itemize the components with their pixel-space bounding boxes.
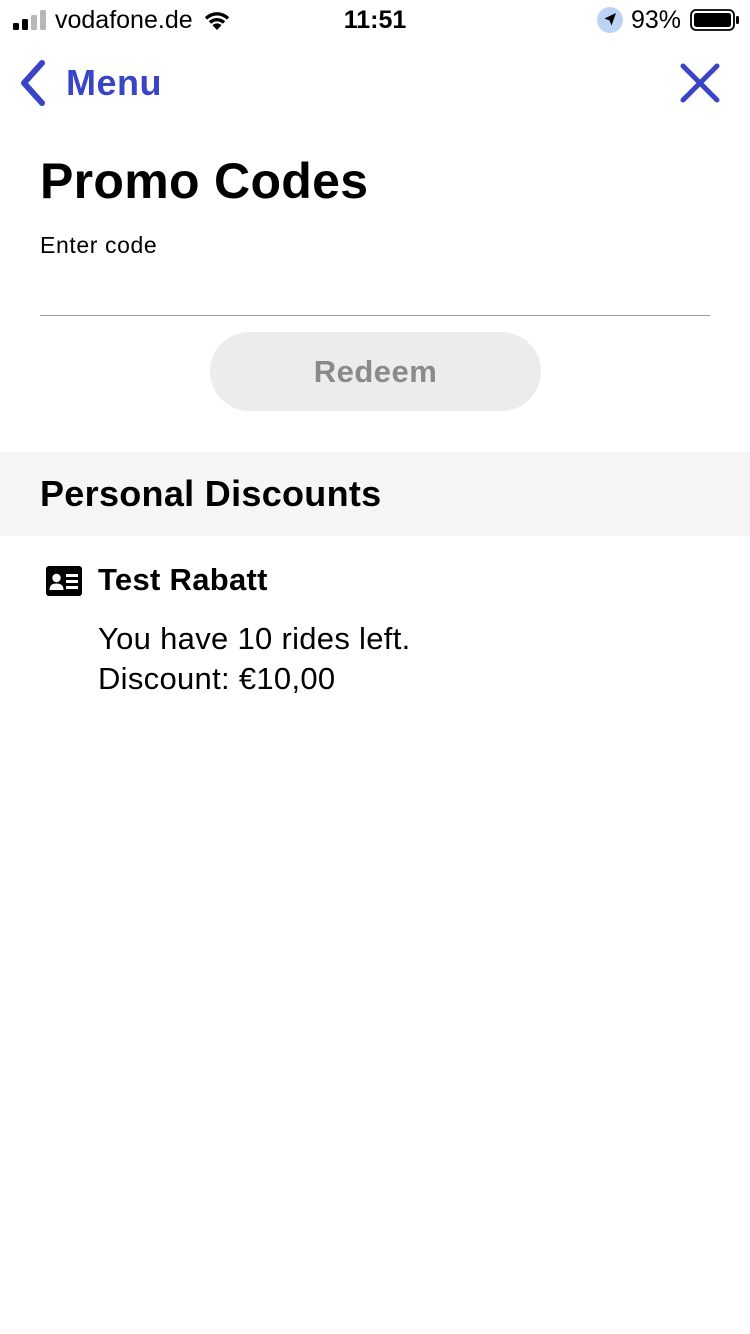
discount-rides-left: You have 10 rides left.	[98, 621, 411, 656]
chevron-left-icon	[21, 60, 45, 106]
redeem-button[interactable]: Redeem	[210, 332, 541, 411]
status-bar: vodafone.de 11:51 93%	[0, 0, 750, 40]
location-arrow-icon	[597, 7, 623, 33]
battery-icon	[690, 9, 739, 31]
discount-list-item: Test Rabatt You have 10 rides left. Disc…	[0, 550, 750, 710]
section-title: Personal Discounts	[40, 473, 382, 514]
discount-name: Test Rabatt	[98, 562, 268, 597]
personal-discounts-header: Personal Discounts	[0, 452, 750, 536]
promo-code-input[interactable]	[40, 264, 710, 316]
battery-percent: 93%	[631, 6, 682, 34]
code-field-label: Enter code	[40, 232, 158, 258]
id-card-icon	[46, 566, 82, 596]
back-button[interactable]: Menu	[16, 56, 162, 110]
page-title: Promo Codes	[40, 153, 369, 209]
back-button-label: Menu	[66, 62, 162, 103]
close-icon[interactable]	[678, 61, 722, 105]
discount-amount: Discount: €10,00	[98, 661, 336, 696]
